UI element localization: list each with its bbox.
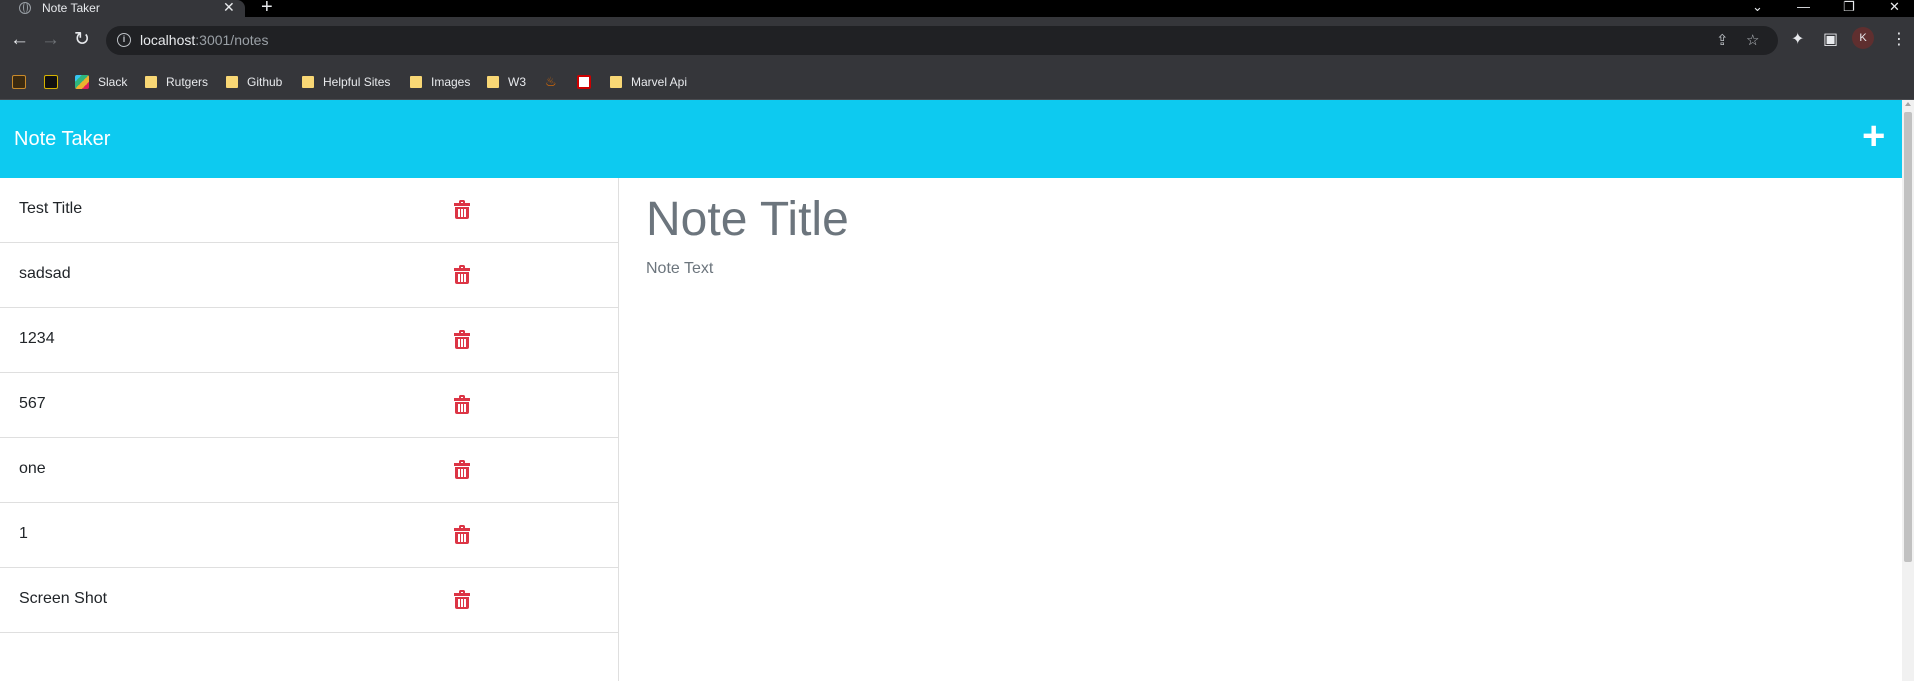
scrollbar-thumb[interactable] (1904, 112, 1912, 562)
address-bar[interactable]: i localhost:3001/notes ⇪ ☆ (106, 26, 1778, 55)
folder-icon (226, 76, 238, 88)
note-list-title[interactable]: one (19, 460, 46, 478)
app-brand[interactable]: Note Taker (14, 128, 110, 151)
bookmark-w3[interactable]: W3 (487, 73, 526, 91)
note-list-title[interactable]: Test Title (19, 200, 82, 218)
bookmark-star-icon[interactable]: ☆ (1746, 31, 1759, 49)
folder-icon (302, 76, 314, 88)
forward-icon[interactable]: → (41, 30, 60, 50)
folder-icon (410, 76, 422, 88)
app-navbar: Note Taker + (0, 100, 1902, 178)
notes-list: Test Title sadsad 1234 567 one 1 Screen … (0, 178, 619, 681)
bookmark-rutgers[interactable]: Rutgers (145, 73, 208, 91)
folder-icon (487, 76, 499, 88)
trash-icon[interactable] (454, 330, 470, 350)
back-icon[interactable]: ← (10, 30, 29, 50)
folder-icon (610, 76, 622, 88)
minimize-icon[interactable]: — (1797, 0, 1810, 14)
note-list-title[interactable]: sadsad (19, 265, 71, 283)
trash-icon[interactable] (454, 265, 470, 285)
browser-toolbar: ← → ↻ i localhost:3001/notes ⇪ ☆ ✦ ▣ K ⋮ (0, 17, 1914, 64)
bookmark-marvel-api[interactable]: Marvel Api (610, 73, 687, 91)
note-list-item[interactable]: Test Title (0, 178, 618, 243)
globe-icon (19, 2, 31, 14)
bookmark-java-icon[interactable]: ♨ (545, 73, 559, 91)
tab-search-icon[interactable]: ⌄ (1752, 0, 1763, 14)
extensions-icon[interactable]: ✦ (1791, 29, 1804, 49)
note-title-input[interactable] (646, 192, 1646, 247)
profile-avatar[interactable]: K (1852, 27, 1874, 49)
bookmark-github[interactable]: Github (226, 73, 282, 91)
share-icon[interactable]: ⇪ (1716, 31, 1729, 49)
browser-tab-strip: Note Taker ✕ + ⌄ — ❐ ✕ (0, 0, 1914, 17)
trash-icon[interactable] (454, 590, 470, 610)
note-list-item[interactable]: one (0, 438, 618, 503)
site-info-icon[interactable]: i (117, 33, 131, 47)
note-list-title[interactable]: 567 (19, 395, 46, 413)
trash-icon[interactable] (454, 395, 470, 415)
restore-icon[interactable]: ❐ (1843, 0, 1855, 14)
bookmarks-bar: Slack Rutgers Github Helpful Sites Image… (0, 64, 1914, 100)
note-list-title[interactable]: Screen Shot (19, 590, 107, 608)
bookmark-images[interactable]: Images (410, 73, 470, 91)
note-text-area[interactable] (646, 260, 1846, 560)
slack-icon (75, 75, 89, 89)
browser-tab[interactable]: Note Taker ✕ (0, 0, 245, 17)
scroll-up-arrow-icon[interactable] (1905, 102, 1911, 106)
window-close-icon[interactable]: ✕ (1889, 0, 1900, 14)
tab-close-icon[interactable]: ✕ (223, 0, 235, 15)
note-list-item[interactable]: 567 (0, 373, 618, 438)
trash-icon[interactable] (454, 200, 470, 220)
trash-icon[interactable] (454, 460, 470, 480)
new-note-plus-icon[interactable]: + (1862, 114, 1885, 158)
bookmark-app-icon[interactable] (577, 73, 591, 91)
url-text[interactable]: localhost:3001/notes (140, 32, 268, 48)
new-tab-button[interactable]: + (261, 0, 273, 17)
folder-icon (145, 76, 157, 88)
bookmark-helpful-sites[interactable]: Helpful Sites (302, 73, 390, 91)
page-scrollbar[interactable] (1902, 100, 1914, 681)
tab-title: Note Taker (42, 1, 100, 15)
trash-icon[interactable] (454, 525, 470, 545)
menu-icon[interactable]: ⋮ (1891, 29, 1907, 49)
side-panel-icon[interactable]: ▣ (1823, 29, 1838, 49)
bookmark-slack[interactable]: Slack (75, 73, 127, 91)
note-list-item[interactable]: Screen Shot (0, 568, 618, 633)
note-editor (620, 178, 1902, 681)
note-list-item[interactable]: 1234 (0, 308, 618, 373)
bookmark-app-icon[interactable] (12, 73, 26, 91)
note-list-title[interactable]: 1 (19, 525, 28, 543)
reload-icon[interactable]: ↻ (74, 30, 90, 50)
note-list-item[interactable]: 1 (0, 503, 618, 568)
note-list-item[interactable]: sadsad (0, 243, 618, 308)
bookmark-app-icon[interactable] (44, 73, 58, 91)
note-list-title[interactable]: 1234 (19, 330, 55, 348)
